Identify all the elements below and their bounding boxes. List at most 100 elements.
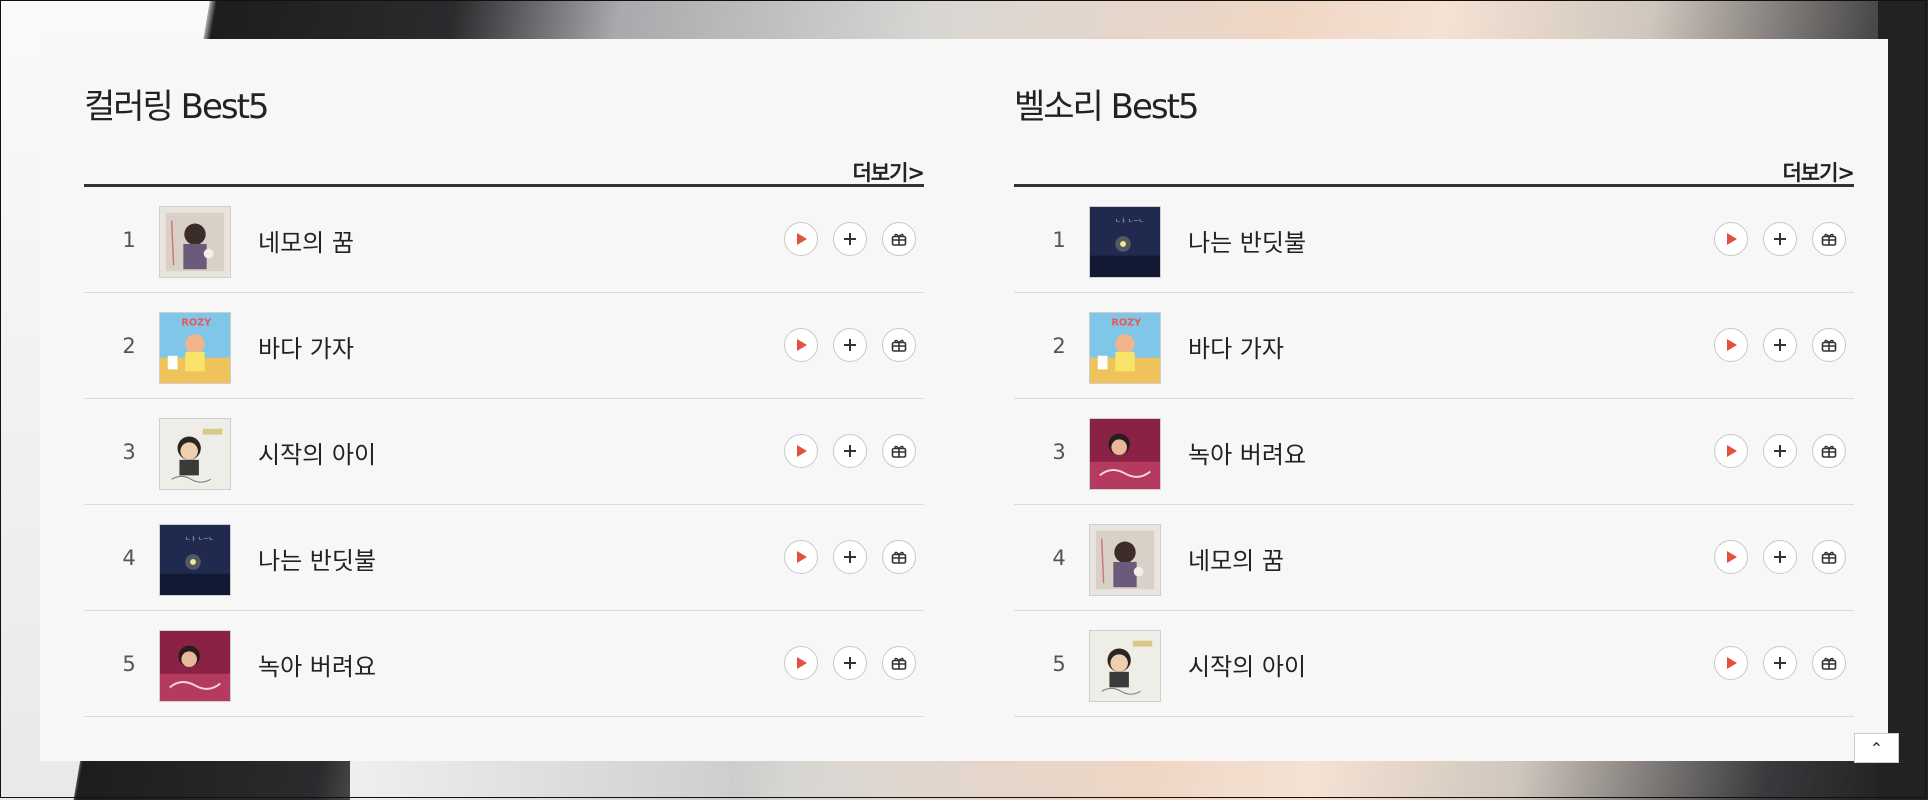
plus-icon <box>1773 656 1787 670</box>
song-title[interactable]: 바다 가자 <box>1188 329 1284 364</box>
song-list: 1 ㄴㅏ ㄴㅡㄴ 나는 반딧불 2 ROZY 바다 가자 3 녹아 버려요 4 네모의 꿈 5 시작의… <box>1014 187 1854 717</box>
add-button[interactable] <box>1763 646 1797 680</box>
row-actions <box>784 646 916 680</box>
play-button[interactable] <box>1714 646 1748 680</box>
song-title[interactable]: 녹아 버려요 <box>258 647 376 682</box>
gift-button[interactable] <box>882 328 916 362</box>
gift-button[interactable] <box>1812 328 1846 362</box>
more-link[interactable]: 더보기> <box>852 157 925 187</box>
gift-button[interactable] <box>882 646 916 680</box>
play-icon <box>794 550 808 564</box>
play-button[interactable] <box>784 434 818 468</box>
add-button[interactable] <box>833 434 867 468</box>
album-art[interactable]: ROZY <box>1089 312 1161 384</box>
plus-icon <box>843 444 857 458</box>
gift-icon <box>1821 550 1837 564</box>
add-button[interactable] <box>1763 540 1797 574</box>
plus-icon <box>1773 444 1787 458</box>
play-icon <box>1724 550 1738 564</box>
add-button[interactable] <box>1763 434 1797 468</box>
gift-icon <box>1821 338 1837 352</box>
plus-icon <box>843 338 857 352</box>
add-button[interactable] <box>833 540 867 574</box>
album-art[interactable] <box>1089 524 1161 596</box>
add-button[interactable] <box>1763 222 1797 256</box>
plus-icon <box>843 550 857 564</box>
play-icon <box>1724 338 1738 352</box>
svg-text:ㄴㅏ ㄴㅡㄴ: ㄴㅏ ㄴㅡㄴ <box>1115 218 1144 225</box>
scroll-top-button[interactable]: ⌃ <box>1854 733 1899 763</box>
row-actions <box>784 434 916 468</box>
more-link[interactable]: 더보기> <box>1782 157 1855 187</box>
song-row: 5 시작의 아이 <box>1014 611 1854 717</box>
gift-icon <box>891 338 907 352</box>
rank-number: 2 <box>122 334 136 358</box>
album-art[interactable] <box>159 206 231 278</box>
album-art[interactable] <box>1089 630 1161 702</box>
play-icon <box>1724 444 1738 458</box>
row-actions <box>784 540 916 574</box>
rank-number: 3 <box>1052 440 1066 464</box>
play-button[interactable] <box>784 540 818 574</box>
album-art[interactable]: ROZY <box>159 312 231 384</box>
album-art[interactable] <box>1089 418 1161 490</box>
album-art[interactable] <box>159 630 231 702</box>
row-actions <box>784 328 916 362</box>
gift-button[interactable] <box>1812 222 1846 256</box>
song-row: 5 녹아 버려요 <box>84 611 924 717</box>
song-row: 1 ㄴㅏ ㄴㅡㄴ 나는 반딧불 <box>1014 187 1854 293</box>
song-list: 1 네모의 꿈 2 ROZY 바다 가자 3 시작의 아이 4 ㄴㅏ ㄴㅡㄴ 나는 반딧불 5 녹아 … <box>84 187 924 717</box>
song-title[interactable]: 네모의 꿈 <box>258 223 354 258</box>
gift-button[interactable] <box>882 222 916 256</box>
song-row: 4 ㄴㅏ ㄴㅡㄴ 나는 반딧불 <box>84 505 924 611</box>
album-art[interactable]: ㄴㅏ ㄴㅡㄴ <box>159 524 231 596</box>
rank-number: 5 <box>1052 652 1066 676</box>
gift-icon <box>1821 232 1837 246</box>
album-art[interactable] <box>159 418 231 490</box>
play-button[interactable] <box>1714 540 1748 574</box>
song-title[interactable]: 나는 반딧불 <box>1188 223 1306 258</box>
song-title[interactable]: 시작의 아이 <box>258 435 376 470</box>
play-button[interactable] <box>784 646 818 680</box>
gift-button[interactable] <box>1812 540 1846 574</box>
rank-number: 4 <box>122 546 136 570</box>
section-title: 컬러링 Best5 <box>84 87 270 127</box>
album-art[interactable]: ㄴㅏ ㄴㅡㄴ <box>1089 206 1161 278</box>
svg-text:ROZY: ROZY <box>181 318 212 329</box>
best5-panel: 컬러링 Best5 더보기> 1 네모의 꿈 2 ROZY 바다 가자 3 시작의 아이 4 ㄴ… <box>40 39 1888 761</box>
gift-button[interactable] <box>1812 646 1846 680</box>
gift-icon <box>891 550 907 564</box>
gift-button[interactable] <box>882 540 916 574</box>
row-actions <box>1714 646 1846 680</box>
add-button[interactable] <box>833 222 867 256</box>
play-button[interactable] <box>1714 434 1748 468</box>
rank-number: 1 <box>122 228 136 252</box>
gift-button[interactable] <box>1812 434 1846 468</box>
add-button[interactable] <box>833 328 867 362</box>
song-title[interactable]: 나는 반딧불 <box>258 541 376 576</box>
play-icon <box>1724 232 1738 246</box>
play-icon <box>1724 656 1738 670</box>
section-title: 벨소리 Best5 <box>1014 87 1200 127</box>
play-button[interactable] <box>1714 328 1748 362</box>
play-button[interactable] <box>1714 222 1748 256</box>
play-icon <box>794 444 808 458</box>
row-actions <box>1714 434 1846 468</box>
row-actions <box>1714 328 1846 362</box>
row-actions <box>1714 540 1846 574</box>
rank-number: 2 <box>1052 334 1066 358</box>
song-title[interactable]: 시작의 아이 <box>1188 647 1306 682</box>
play-button[interactable] <box>784 328 818 362</box>
gift-icon <box>1821 656 1837 670</box>
svg-text:ROZY: ROZY <box>1111 318 1142 329</box>
song-title[interactable]: 네모의 꿈 <box>1188 541 1284 576</box>
play-button[interactable] <box>784 222 818 256</box>
add-button[interactable] <box>833 646 867 680</box>
song-title[interactable]: 녹아 버려요 <box>1188 435 1306 470</box>
play-icon <box>794 338 808 352</box>
add-button[interactable] <box>1763 328 1797 362</box>
gift-button[interactable] <box>882 434 916 468</box>
song-title[interactable]: 바다 가자 <box>258 329 354 364</box>
song-row: 4 네모의 꿈 <box>1014 505 1854 611</box>
plus-icon <box>843 232 857 246</box>
